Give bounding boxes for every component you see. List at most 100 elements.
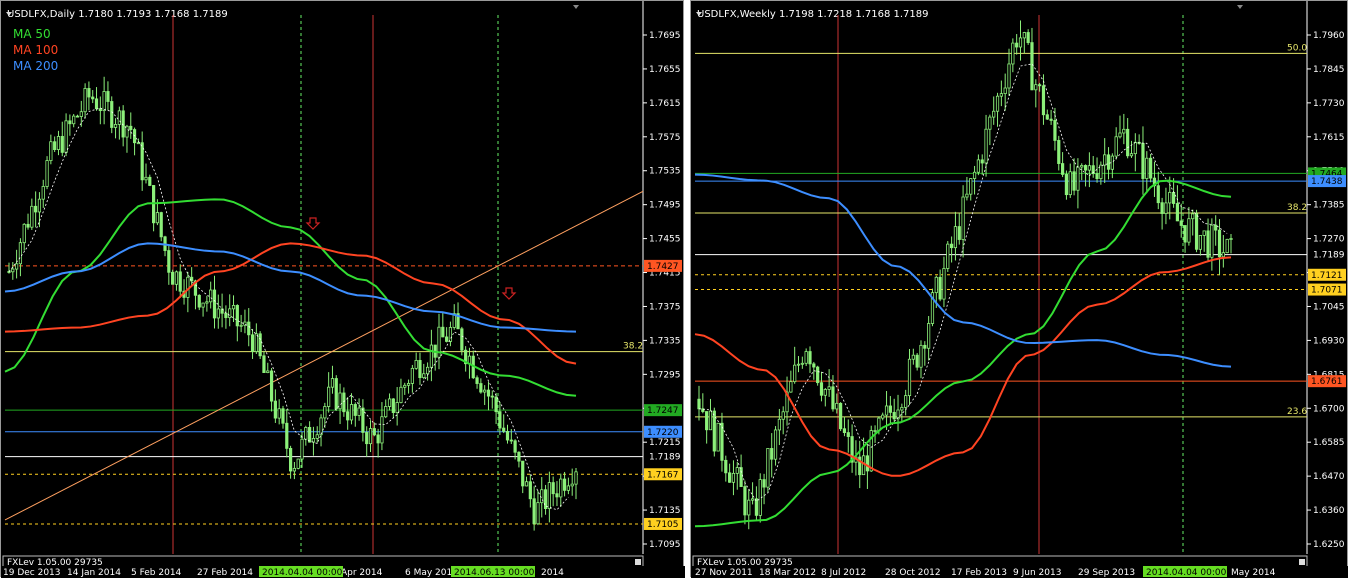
candle-body: [720, 422, 724, 461]
candle-body: [953, 226, 958, 249]
fib-level-label: 38.2: [1287, 203, 1307, 213]
candle-body: [1038, 84, 1042, 87]
candle-body: [53, 141, 57, 151]
candle-body: [368, 428, 373, 445]
candle-body: [26, 223, 30, 228]
candle-body: [995, 95, 1000, 112]
price-tag-label: 1.7105: [647, 520, 679, 530]
candle-body: [1183, 225, 1187, 243]
candle-body: [365, 432, 369, 445]
candle-body: [999, 93, 1003, 97]
candle-body: [1034, 84, 1038, 91]
candle-body: [976, 159, 980, 173]
ma-line-50: [4, 198, 577, 397]
candle-body: [777, 418, 781, 431]
candle-body: [831, 386, 835, 410]
candle-body: [498, 411, 502, 429]
candle-body: [323, 406, 327, 419]
candle-body: [72, 115, 76, 125]
candle-body: [1179, 220, 1183, 226]
candle-body: [91, 96, 95, 100]
candle-body: [1221, 252, 1225, 258]
candle-body: [1156, 185, 1160, 204]
candle-body: [346, 411, 350, 421]
candle-body: [56, 136, 61, 151]
candle-body: [475, 377, 479, 384]
candle-body: [735, 467, 739, 474]
candle-body: [406, 383, 411, 386]
candle-body: [1045, 114, 1049, 120]
candle-body: [399, 386, 403, 403]
candle-body: [555, 493, 559, 498]
price-tag-label: 1.7427: [647, 262, 679, 272]
candle-body: [262, 355, 266, 373]
candle-body: [1164, 202, 1168, 214]
candle-body: [881, 414, 885, 419]
candle-body: [269, 370, 274, 402]
weekly-chart-canvas[interactable]: USDLFX,Weekly 1.7198 1.7218 1.7168 1.718…: [691, 1, 1348, 578]
candle-body: [770, 448, 774, 460]
candle-body: [808, 351, 812, 365]
candle-body: [934, 276, 938, 294]
candle-body: [117, 110, 121, 125]
y-tick-label: 1.6360: [1313, 506, 1345, 516]
candle-body: [1041, 85, 1046, 116]
candle-body: [502, 427, 506, 432]
candle-body: [839, 402, 843, 430]
candle-body: [1171, 191, 1176, 204]
candle-body: [972, 171, 977, 179]
y-tick-label: 1.7960: [1313, 31, 1345, 41]
candle-body: [34, 205, 38, 213]
daily-chart-panel[interactable]: USDLFX,Daily 1.7180 1.7193 1.7168 1.7189…: [0, 0, 685, 578]
candle-body: [796, 363, 801, 366]
candle-body: [1214, 224, 1218, 231]
candle-body: [731, 472, 736, 483]
candle-body: [110, 101, 114, 128]
candle-body: [372, 428, 376, 436]
candle-body: [892, 411, 896, 420]
candle-body: [923, 344, 927, 349]
candle-body: [865, 455, 870, 472]
weekly-chart-panel[interactable]: USDLFX,Weekly 1.7198 1.7218 1.7168 1.718…: [690, 0, 1348, 578]
candle-body: [1083, 165, 1088, 171]
ma-line-200: [4, 242, 577, 333]
candle-body: [64, 120, 68, 153]
candle-body: [300, 438, 304, 460]
candle-body: [1202, 230, 1206, 236]
y-tick-label: 1.7335: [649, 336, 681, 346]
candle-body: [907, 358, 912, 397]
price-tag-label: 1.7071: [1311, 286, 1343, 296]
y-tick-label: 1.7615: [649, 99, 681, 109]
candle-body: [574, 471, 578, 485]
candle-body: [789, 381, 793, 393]
daily-chart-canvas[interactable]: USDLFX,Daily 1.7180 1.7193 1.7168 1.7189…: [1, 1, 685, 578]
subwindow-scroll-box: [635, 559, 641, 565]
candle-body: [315, 434, 319, 439]
candle-body: [800, 362, 804, 365]
candle-body: [877, 417, 881, 431]
candle-body: [174, 271, 179, 285]
candle-body: [45, 160, 49, 187]
candle-body: [285, 422, 289, 449]
candle-body: [60, 136, 64, 153]
candle-body: [708, 410, 713, 431]
candle-body: [308, 427, 312, 443]
candle-body: [842, 428, 847, 434]
candle-body: [1225, 238, 1229, 254]
candle-body: [148, 176, 152, 186]
y-tick-label: 1.7575: [649, 133, 681, 143]
y-tick-label: 1.6930: [1313, 336, 1345, 346]
candle-body: [950, 243, 954, 249]
candle-body: [1210, 224, 1214, 258]
candle-body: [171, 271, 175, 285]
candle-body: [766, 448, 770, 488]
ma-line-100: [4, 242, 577, 365]
candle-body: [1106, 154, 1111, 170]
y-tick-label: 1.7270: [1313, 235, 1345, 245]
candle-body: [938, 276, 942, 300]
candle-body: [559, 478, 563, 498]
candle-body: [1198, 235, 1202, 250]
price-tag-label: 1.7438: [1311, 177, 1343, 187]
y-tick-label: 1.7695: [649, 31, 681, 41]
candle-body: [509, 439, 513, 442]
